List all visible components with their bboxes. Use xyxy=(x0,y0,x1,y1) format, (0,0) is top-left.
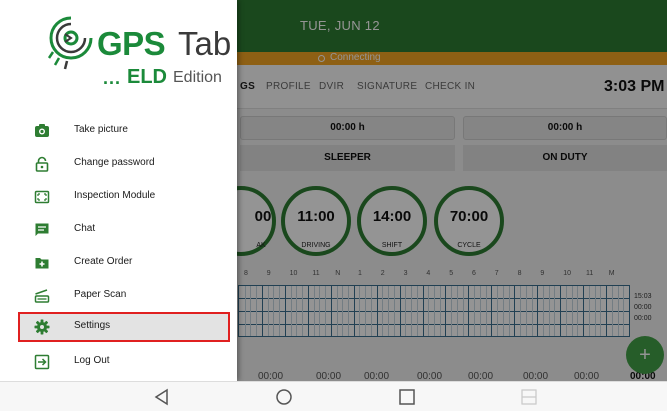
logo-brand-light: Tab xyxy=(178,25,232,62)
menu-item-chat[interactable]: Chat xyxy=(18,215,230,245)
menu-item-label: Chat xyxy=(74,223,96,234)
camera-icon xyxy=(35,124,49,137)
split-screen-icon[interactable] xyxy=(519,388,539,406)
menu-item-log-out[interactable]: Log Out xyxy=(18,347,230,377)
logo-dots: ... xyxy=(103,68,122,88)
menu-item-take-picture[interactable]: Take picture xyxy=(18,116,230,146)
menu-item-label: Paper Scan xyxy=(74,289,127,300)
back-icon[interactable] xyxy=(152,388,172,406)
gpstab-eld-logo: GPS Tab ... ELD Edition xyxy=(47,12,232,102)
lock-icon xyxy=(35,156,49,172)
gps-emblem-icon xyxy=(47,16,93,70)
menu-item-create-order[interactable]: Create Order xyxy=(18,248,230,278)
menu-item-settings[interactable]: Settings xyxy=(18,312,230,342)
add-order-icon xyxy=(35,258,49,269)
menu-item-change-password[interactable]: Change password xyxy=(18,149,230,179)
logo-product: ELD xyxy=(127,66,167,88)
home-icon[interactable] xyxy=(274,388,294,406)
menu-item-label: Log Out xyxy=(74,355,110,366)
inspection-icon xyxy=(34,190,50,204)
logout-icon xyxy=(34,354,50,370)
menu-item-paper-scan[interactable]: Paper Scan xyxy=(18,281,230,311)
chat-icon xyxy=(35,223,49,236)
navigation-drawer: GPS Tab ... ELD Edition Take picture Cha… xyxy=(0,0,237,381)
scanner-icon xyxy=(34,289,50,303)
menu-item-label: Change password xyxy=(74,157,155,168)
logo-edition: Edition xyxy=(173,69,222,86)
menu-item-inspection-module[interactable]: Inspection Module xyxy=(18,182,230,212)
menu-item-label: Create Order xyxy=(74,256,133,267)
menu-item-label: Take picture xyxy=(74,124,128,135)
logo-brand-bold: GPS xyxy=(97,25,166,62)
system-navigation-bar xyxy=(0,381,667,411)
gear-icon xyxy=(34,319,50,335)
menu-item-label: Inspection Module xyxy=(74,190,156,201)
menu-item-label: Settings xyxy=(74,320,111,331)
recent-apps-icon[interactable] xyxy=(397,388,417,406)
